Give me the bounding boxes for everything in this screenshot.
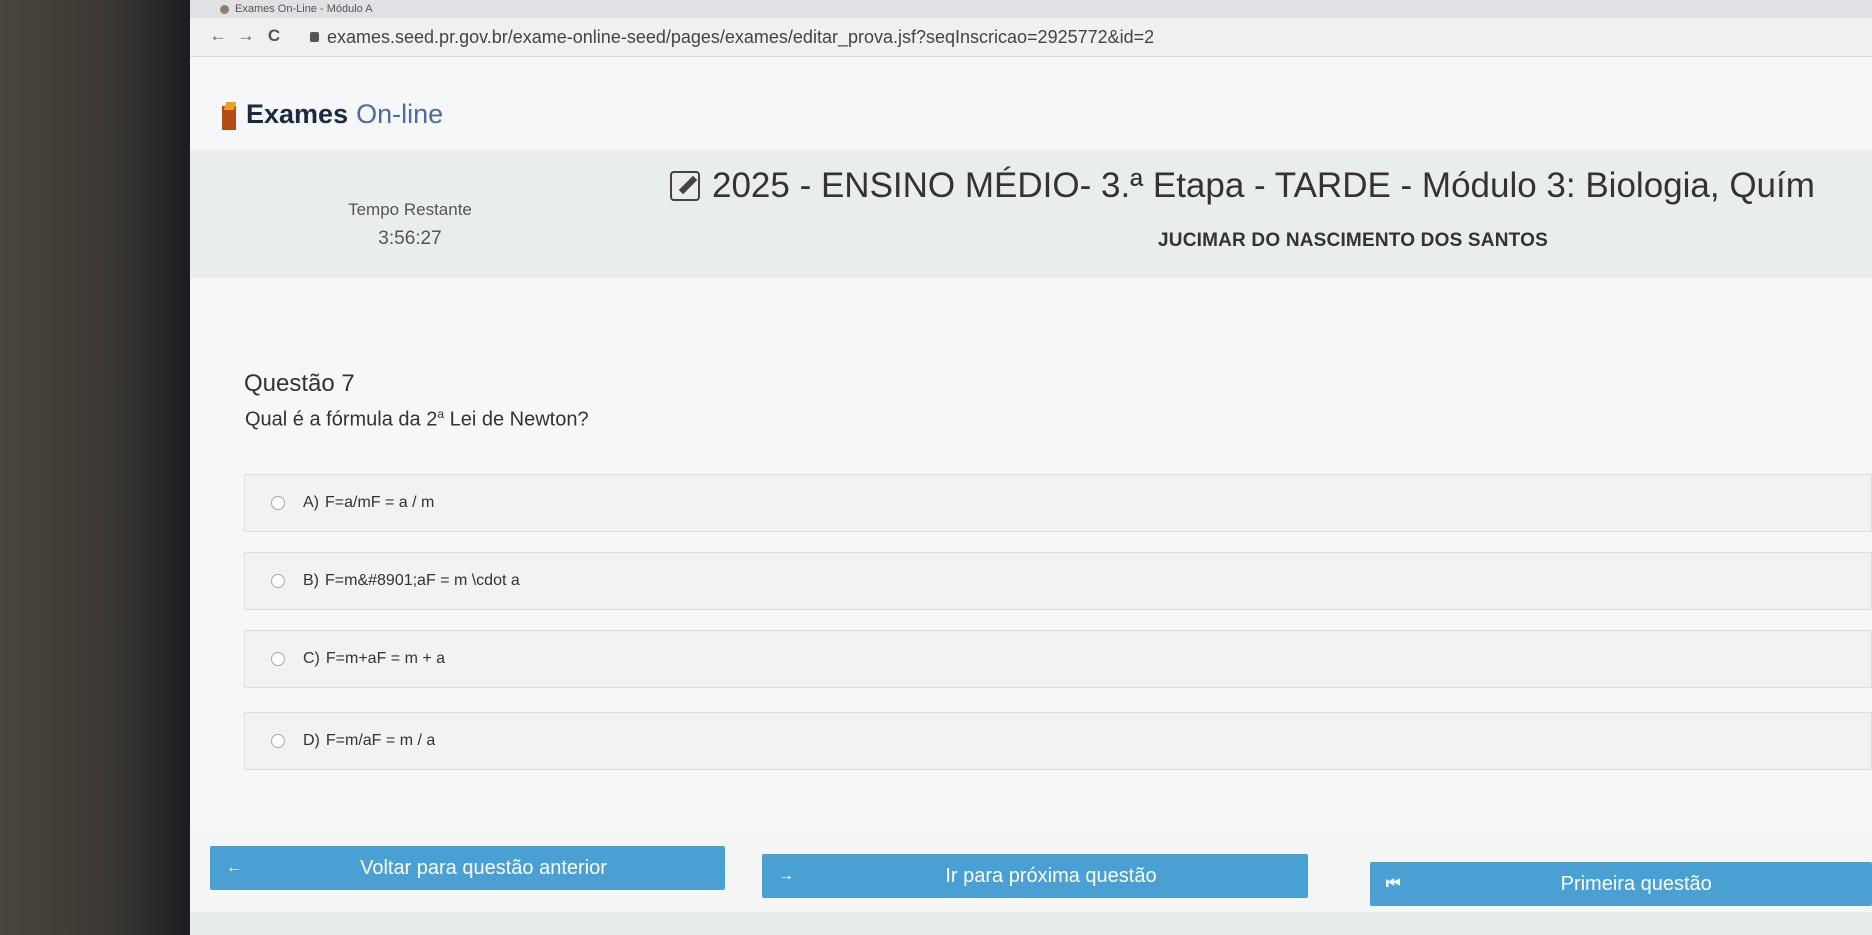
first-question-button[interactable]: ⏮ Primeira questão [1370,862,1872,906]
previous-question-label: Voltar para questão anterior [360,856,607,879]
app-logo[interactable]: Exames On-line [220,99,443,130]
forward-arrow-icon[interactable]: → [234,24,258,48]
question-text: Qual é a fórmula da 2a Lei de Newton? [245,407,589,431]
radio-button[interactable] [271,652,285,666]
option-text: F=m+aF = m + a [325,650,446,667]
monitor-bezel [0,0,190,935]
remaining-time: Tempo Restante 3:56:27 [320,200,500,250]
previous-question-button[interactable]: ← Voltar para questão anterior [210,846,725,890]
skip-to-first-icon: ⏮ [1386,875,1401,892]
book-icon [220,100,238,130]
arrow-right-icon: → [778,867,794,884]
page-footer [190,912,1872,935]
first-question-label: Primeira questão [1560,872,1712,895]
student-name: JUCIMAR DO NASCIMENTO DOS SANTOS [1158,230,1548,251]
back-arrow-icon[interactable]: ← [206,24,230,48]
app-header: Exames On-line [190,57,1872,147]
question-title: Questão 7 [244,370,355,397]
next-question-label: Ir para próxima questão [945,864,1157,887]
exam-title: 2025 - ENSINO MÉDIO- 3.ª Etapa - TARDE -… [670,166,1815,206]
exam-title-text: 2025 - ENSINO MÉDIO- 3.ª Etapa - TARDE -… [712,166,1815,205]
browser-screen: Exames On-Line - Módulo A ← → C exames.s… [190,0,1872,935]
option-letter: B) [303,572,319,589]
address-bar[interactable]: exames.seed.pr.gov.br/exame-online-seed/… [310,25,1154,49]
logo-text-strong: Exames [246,99,349,129]
reload-icon[interactable]: C [262,24,286,48]
url-text: exames.seed.pr.gov.br/exame-online-seed/… [327,26,1155,47]
answer-option-b[interactable]: B) F=m&#8901;aF = m \cdot a [244,552,1872,610]
logo-text-light: On-line [356,99,444,129]
option-text: F=a/mF = a / m [325,494,435,511]
option-text: F=m&#8901;aF = m \cdot a [325,572,520,589]
arrow-left-icon: ← [226,859,242,876]
answer-option-c[interactable]: C) F=m+aF = m + a [244,630,1872,688]
edit-icon [670,171,700,201]
radio-button[interactable] [271,574,285,588]
next-question-button[interactable]: → Ir para próxima questão [762,854,1308,898]
tab-title: Exames On-Line - Módulo A [235,3,373,15]
timer-value: 3:56:27 [378,228,442,249]
option-letter: D) [303,732,320,749]
radio-button[interactable] [271,496,285,510]
option-letter: A) [303,494,319,511]
browser-tab[interactable]: Exames On-Line - Módulo A [220,0,430,18]
browser-toolbar: ← → C exames.seed.pr.gov.br/exame-online… [190,18,1872,57]
tab-bar: Exames On-Line - Módulo A [190,0,1872,18]
answer-option-a[interactable]: A) F=a/mF = a / m [244,474,1872,532]
radio-button[interactable] [271,734,285,748]
answer-option-d[interactable]: D) F=m/aF = m / a [244,712,1872,770]
favicon-icon [220,4,229,14]
timer-label: Tempo Restante [348,200,472,219]
option-text: F=m/aF = m / a [325,732,436,749]
site-info-icon[interactable] [310,32,319,42]
option-letter: C) [303,650,320,667]
